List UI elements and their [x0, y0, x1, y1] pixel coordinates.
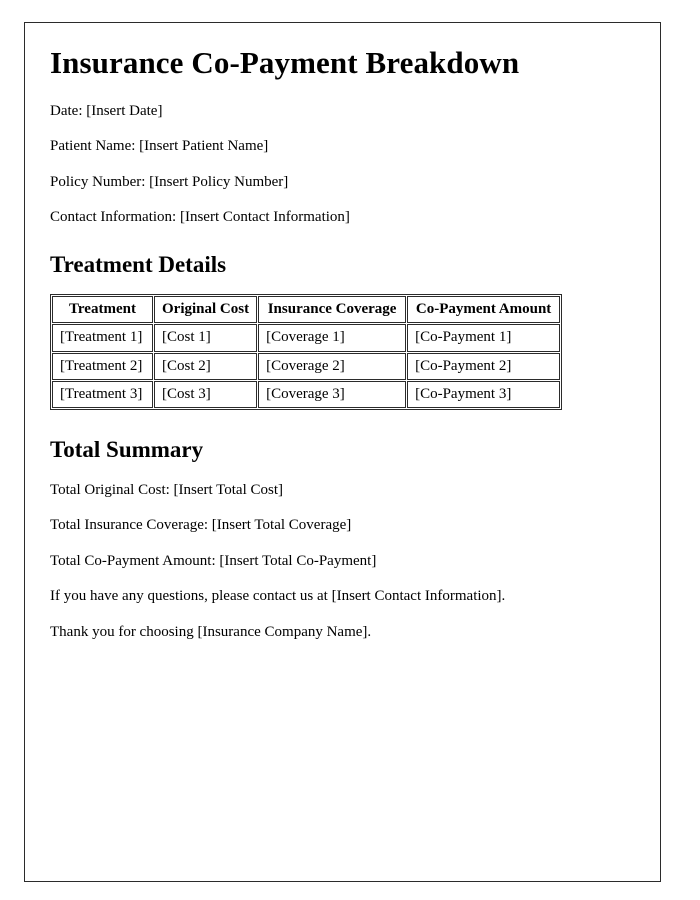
- cell-insurance-coverage: [Coverage 3]: [258, 380, 407, 409]
- table-header-row: Treatment Original Cost Insurance Covera…: [52, 296, 561, 324]
- cell-co-payment-amount: [Co-Payment 2]: [407, 352, 561, 380]
- meta-line-patient-name: Patient Name: [Insert Patient Name]: [50, 138, 269, 155]
- section-heading-treatment-details: Treatment Details: [50, 251, 227, 277]
- meta-line-contact-information: Contact Information: [Insert Contact Inf…: [50, 209, 350, 226]
- treatment-details-table: Treatment Original Cost Insurance Covera…: [50, 294, 563, 411]
- table-row: [Treatment 3] [Cost 3] [Coverage 3] [Co-…: [52, 380, 561, 409]
- cell-insurance-coverage: [Coverage 1]: [258, 324, 407, 352]
- section-heading-total-summary: Total Summary: [50, 437, 204, 463]
- table-row: [Treatment 1] [Cost 1] [Coverage 1] [Co-…: [52, 324, 561, 352]
- summary-line-total-insurance-coverage: Total Insurance Coverage: [Insert Total …: [50, 517, 352, 534]
- meta-line-date: Date: [Insert Date]: [50, 102, 163, 119]
- cell-original-cost: [Cost 2]: [154, 352, 258, 380]
- summary-line-total-co-payment-amount: Total Co-Payment Amount: [Insert Total C…: [50, 552, 377, 569]
- document-body: Insurance Co-Payment Breakdown Date: [In…: [25, 23, 660, 640]
- cell-co-payment-amount: [Co-Payment 3]: [407, 380, 561, 409]
- column-header-treatment: Treatment: [52, 296, 153, 324]
- table-row: [Treatment 2] [Cost 2] [Coverage 2] [Co-…: [52, 352, 561, 380]
- column-header-insurance-coverage: Insurance Coverage: [258, 296, 407, 324]
- summary-line-questions-contact: If you have any questions, please contac…: [50, 588, 506, 605]
- cell-original-cost: [Cost 1]: [154, 324, 258, 352]
- cell-original-cost: [Cost 3]: [154, 380, 258, 409]
- cell-treatment: [Treatment 3]: [52, 380, 153, 409]
- column-header-co-payment-amount: Co-Payment Amount: [407, 296, 561, 324]
- meta-line-policy-number: Policy Number: [Insert Policy Number]: [50, 173, 289, 190]
- summary-line-total-original-cost: Total Original Cost: [Insert Total Cost]: [50, 481, 284, 498]
- document-page: Insurance Co-Payment Breakdown Date: [In…: [24, 22, 661, 882]
- column-header-original-cost: Original Cost: [154, 296, 258, 324]
- page-title: Insurance Co-Payment Breakdown: [50, 45, 520, 80]
- summary-line-thank-you: Thank you for choosing [Insurance Compan…: [50, 623, 372, 640]
- cell-treatment: [Treatment 2]: [52, 352, 153, 380]
- cell-co-payment-amount: [Co-Payment 1]: [407, 324, 561, 352]
- cell-treatment: [Treatment 1]: [52, 324, 153, 352]
- cell-insurance-coverage: [Coverage 2]: [258, 352, 407, 380]
